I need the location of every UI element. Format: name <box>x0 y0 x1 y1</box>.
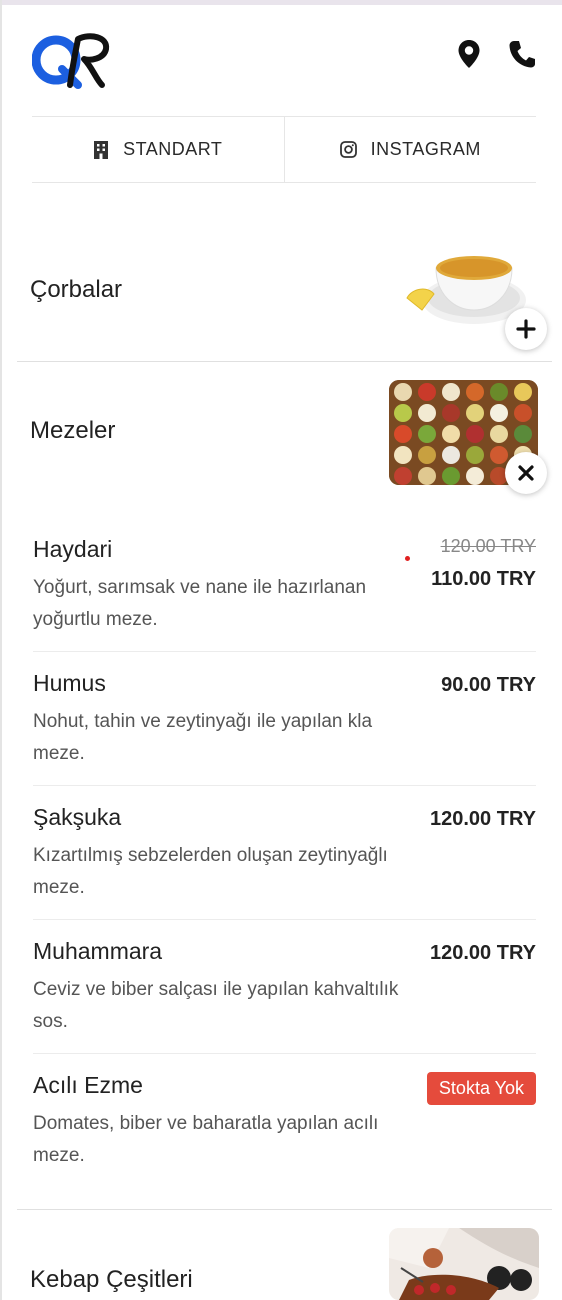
item-description: Ceviz ve biber salçası ile yapılan kahva… <box>33 979 399 1032</box>
item-price: 90.00 TRY <box>441 674 536 696</box>
item-old-price: 120.00 TRY <box>440 536 536 556</box>
map-marker-icon[interactable] <box>457 39 483 69</box>
item-description: Yoğurt, sarımsak ve nane ile hazırlanan … <box>33 577 367 630</box>
left-edge-line <box>0 0 2 1300</box>
menu-type-tabs: STANDART INSTAGRAM <box>32 116 536 183</box>
category-title: Kebap Çeşitleri <box>30 1266 193 1293</box>
item-name: Muhammara <box>33 938 163 964</box>
item-name: Şakşuka <box>33 804 122 830</box>
item-description: Nohut, tahin ve zeytinyağı ile yapılan k… <box>33 711 373 764</box>
expand-button[interactable] <box>505 308 547 350</box>
category-kebap-cesitleri[interactable]: Kebap Çeşitleri <box>17 1218 552 1300</box>
menu-item-humus[interactable]: Humus Nohut, tahin ve zeytinyağı ile yap… <box>33 670 536 770</box>
item-divider <box>33 1053 536 1054</box>
menu-item-muhammara[interactable]: Muhammara Ceviz ve biber salçası ile yap… <box>33 938 536 1038</box>
menu-item-saksuka[interactable]: Şakşuka Kızartılmış sebzelerden oluşan z… <box>33 804 536 904</box>
discount-dot <box>405 556 410 561</box>
phone-icon[interactable] <box>508 39 535 69</box>
tab-instagram[interactable]: INSTAGRAM <box>283 117 537 182</box>
item-price: 120.00 TRY <box>430 808 536 830</box>
kebap-image <box>389 1228 539 1300</box>
menu-item-haydari[interactable]: Haydari Yoğurt, sarımsak ve nane ile haz… <box>33 536 536 636</box>
tab-standart-label: STANDART <box>123 139 223 159</box>
item-divider <box>33 651 536 652</box>
header <box>0 5 562 105</box>
out-of-stock-badge: Stokta Yok <box>426 1072 536 1105</box>
category-title: Mezeler <box>30 417 116 444</box>
item-name: Haydari <box>33 536 113 562</box>
qr-logo[interactable] <box>31 29 112 91</box>
category-mezeler[interactable]: Mezeler <box>17 370 552 495</box>
category-divider <box>17 361 552 362</box>
plus-icon <box>516 319 536 339</box>
category-corbalar[interactable]: Çorbalar <box>17 240 552 360</box>
logo-graphic <box>31 33 110 89</box>
category-divider <box>17 1209 552 1210</box>
category-title: Çorbalar <box>30 276 123 303</box>
item-description: Kızartılmış sebzelerden oluşan zeytinyağ… <box>33 845 388 898</box>
item-price: 110.00 TRY <box>431 568 536 590</box>
item-divider <box>33 919 536 920</box>
instagram-icon <box>339 141 357 158</box>
tab-instagram-label: INSTAGRAM <box>370 139 481 159</box>
close-icon <box>518 465 534 481</box>
item-name: Acılı Ezme <box>33 1072 143 1098</box>
item-description: Domates, biber ve baharatla yapılan acıl… <box>33 1113 379 1166</box>
item-price: 120.00 TRY <box>430 942 536 964</box>
building-icon <box>94 141 109 159</box>
collapse-button[interactable] <box>505 452 547 494</box>
item-name: Humus <box>33 670 106 696</box>
tab-standart[interactable]: STANDART <box>32 117 284 182</box>
item-divider <box>33 785 536 786</box>
menu-item-acili-ezme[interactable]: Acılı Ezme Domates, biber ve baharatla y… <box>33 1072 536 1172</box>
